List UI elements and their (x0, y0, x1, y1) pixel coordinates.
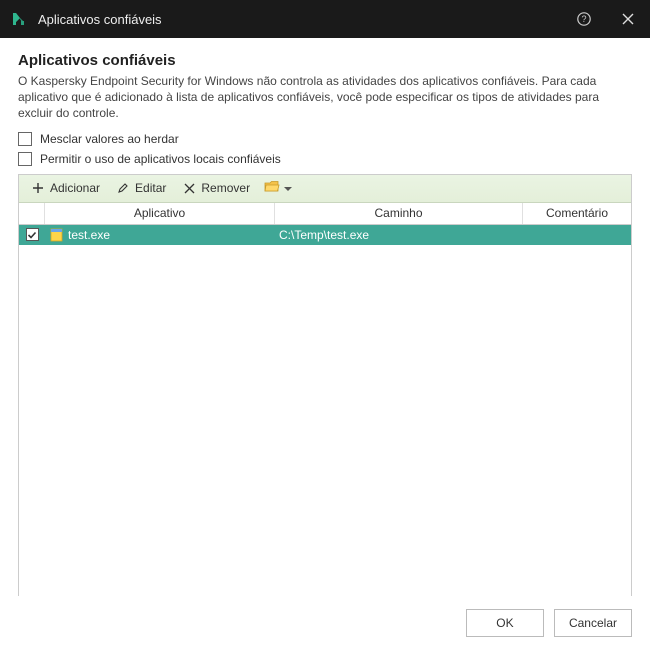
close-button[interactable] (606, 0, 650, 38)
ok-button[interactable]: OK (466, 609, 544, 637)
pencil-icon (116, 181, 130, 195)
checkbox-icon (18, 152, 32, 166)
folder-icon (264, 180, 280, 196)
apps-table: Adicionar Editar Remover (18, 174, 632, 622)
plus-icon (31, 181, 45, 195)
col-path[interactable]: Caminho (275, 203, 523, 224)
allow-local-label: Permitir o uso de aplicativos locais con… (40, 152, 281, 166)
remove-button[interactable]: Remover (176, 179, 256, 197)
cancel-button[interactable]: Cancelar (554, 609, 632, 637)
content-area: Aplicativos confiáveis O Kaspersky Endpo… (0, 38, 650, 622)
table-row[interactable]: test.exe C:\Temp\test.exe (19, 225, 631, 245)
row-path: C:\Temp\test.exe (279, 228, 369, 242)
col-comment[interactable]: Comentário (523, 203, 631, 224)
row-checkbox[interactable] (26, 228, 39, 241)
import-export-dropdown[interactable] (260, 178, 296, 198)
table-toolbar: Adicionar Editar Remover (19, 175, 631, 203)
x-icon (182, 181, 196, 195)
help-button[interactable]: ? (562, 0, 606, 38)
merge-inherit-label: Mesclar valores ao herdar (40, 132, 179, 146)
col-checkbox (19, 203, 45, 224)
row-app-name: test.exe (68, 228, 110, 242)
checkbox-icon (18, 132, 32, 146)
file-icon (49, 228, 63, 242)
add-button[interactable]: Adicionar (25, 179, 106, 197)
dialog-footer: OK Cancelar (0, 596, 650, 650)
page-heading: Aplicativos confiáveis (18, 52, 632, 69)
window-title: Aplicativos confiáveis (38, 12, 562, 27)
app-logo-icon (10, 10, 28, 28)
edit-label: Editar (135, 181, 166, 195)
col-app[interactable]: Aplicativo (45, 203, 275, 224)
add-label: Adicionar (50, 181, 100, 195)
page-description: O Kaspersky Endpoint Security for Window… (18, 73, 632, 122)
table-header: Aplicativo Caminho Comentário (19, 203, 631, 225)
edit-button[interactable]: Editar (110, 179, 172, 197)
merge-inherit-option[interactable]: Mesclar valores ao herdar (18, 132, 632, 146)
chevron-down-icon (284, 181, 292, 195)
remove-label: Remover (201, 181, 250, 195)
table-body: test.exe C:\Temp\test.exe (19, 225, 631, 621)
titlebar: Aplicativos confiáveis ? (0, 0, 650, 38)
allow-local-option[interactable]: Permitir o uso de aplicativos locais con… (18, 152, 632, 166)
svg-text:?: ? (581, 14, 586, 24)
